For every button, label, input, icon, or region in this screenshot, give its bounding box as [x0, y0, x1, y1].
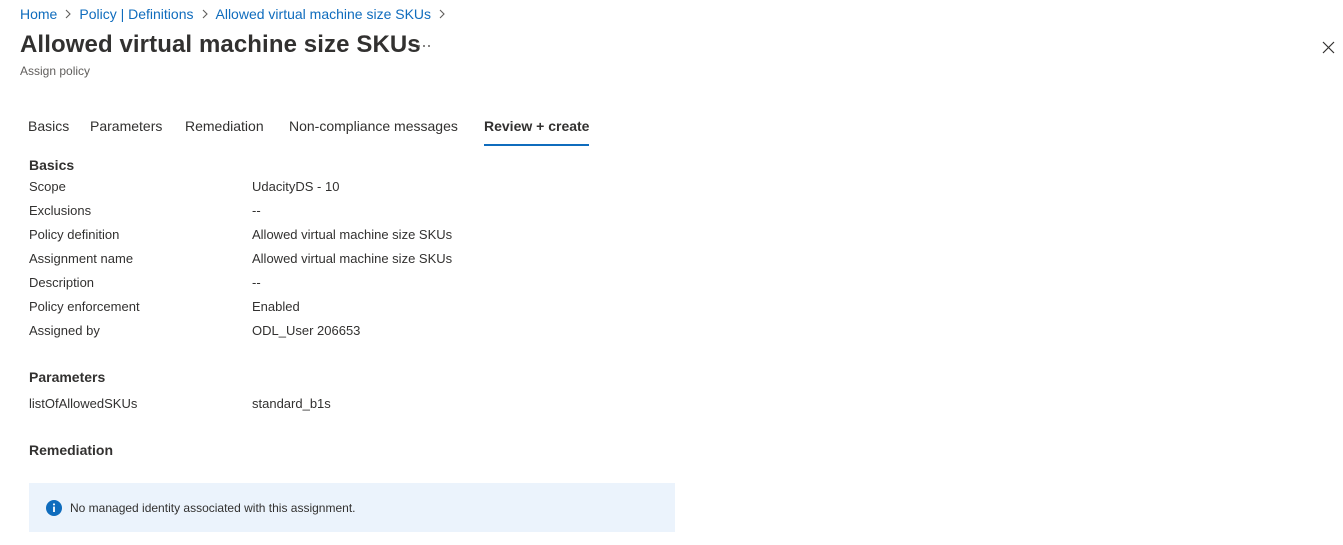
page-subtitle: Assign policy [20, 64, 91, 78]
breadcrumb-allowed-vm-skus[interactable]: Allowed virtual machine size SKUs [216, 6, 432, 22]
summary-label-assignment-name: Assignment name [29, 251, 134, 266]
summary-value-policy-enforcement: Enabled [252, 299, 300, 314]
summary-value-policy-definition: Allowed virtual machine size SKUs [252, 227, 453, 242]
summary-label-assigned-by: Assigned by [29, 323, 100, 338]
section-title-parameters: Parameters [29, 369, 106, 385]
breadcrumb-policy-definitions[interactable]: Policy | Definitions [79, 6, 193, 22]
summary-value-assigned-by: ODL_User 206653 [252, 323, 361, 338]
ellipsis-icon [417, 44, 431, 48]
summary-label-description: Description [29, 275, 95, 290]
summary-value-description: -- [252, 275, 261, 290]
summary-label-policy-enforcement: Policy enforcement [29, 299, 140, 314]
tab-parameters[interactable]: Parameters [90, 118, 162, 144]
summary-label-scope: Scope [29, 179, 66, 194]
chevron-right-icon [431, 9, 453, 19]
tab-remediation[interactable]: Remediation [185, 118, 264, 144]
info-message-text: No managed identity associated with this… [70, 500, 356, 515]
summary-label-policy-definition: Policy definition [29, 227, 120, 242]
page-title: Allowed virtual machine size SKUs [20, 31, 421, 58]
breadcrumb-home[interactable]: Home [20, 6, 57, 22]
more-options-button[interactable] [412, 36, 436, 56]
summary-value-list-of-allowed-skus: standard_b1s [252, 396, 331, 411]
tab-review-create[interactable]: Review + create [484, 118, 590, 146]
info-message-bar: No managed identity associated with this… [29, 483, 675, 532]
breadcrumb: Home Policy | Definitions Allowed virtua… [20, 5, 453, 23]
summary-label-list-of-allowed-skus: listOfAllowedSKUs [29, 396, 138, 411]
tab-basics[interactable]: Basics [28, 118, 69, 144]
tab-non-compliance-messages[interactable]: Non-compliance messages [289, 118, 458, 144]
chevron-right-icon [57, 9, 79, 19]
info-icon [46, 499, 62, 516]
summary-label-exclusions: Exclusions [29, 203, 92, 218]
summary-value-scope: UdacityDS - 10 [252, 179, 340, 194]
section-title-remediation: Remediation [29, 442, 114, 458]
section-title-basics: Basics [29, 157, 75, 173]
summary-value-assignment-name: Allowed virtual machine size SKUs [252, 251, 453, 266]
summary-value-exclusions: -- [252, 203, 261, 218]
chevron-right-icon [194, 9, 216, 19]
close-icon [1322, 41, 1335, 54]
close-button[interactable] [1318, 37, 1338, 57]
